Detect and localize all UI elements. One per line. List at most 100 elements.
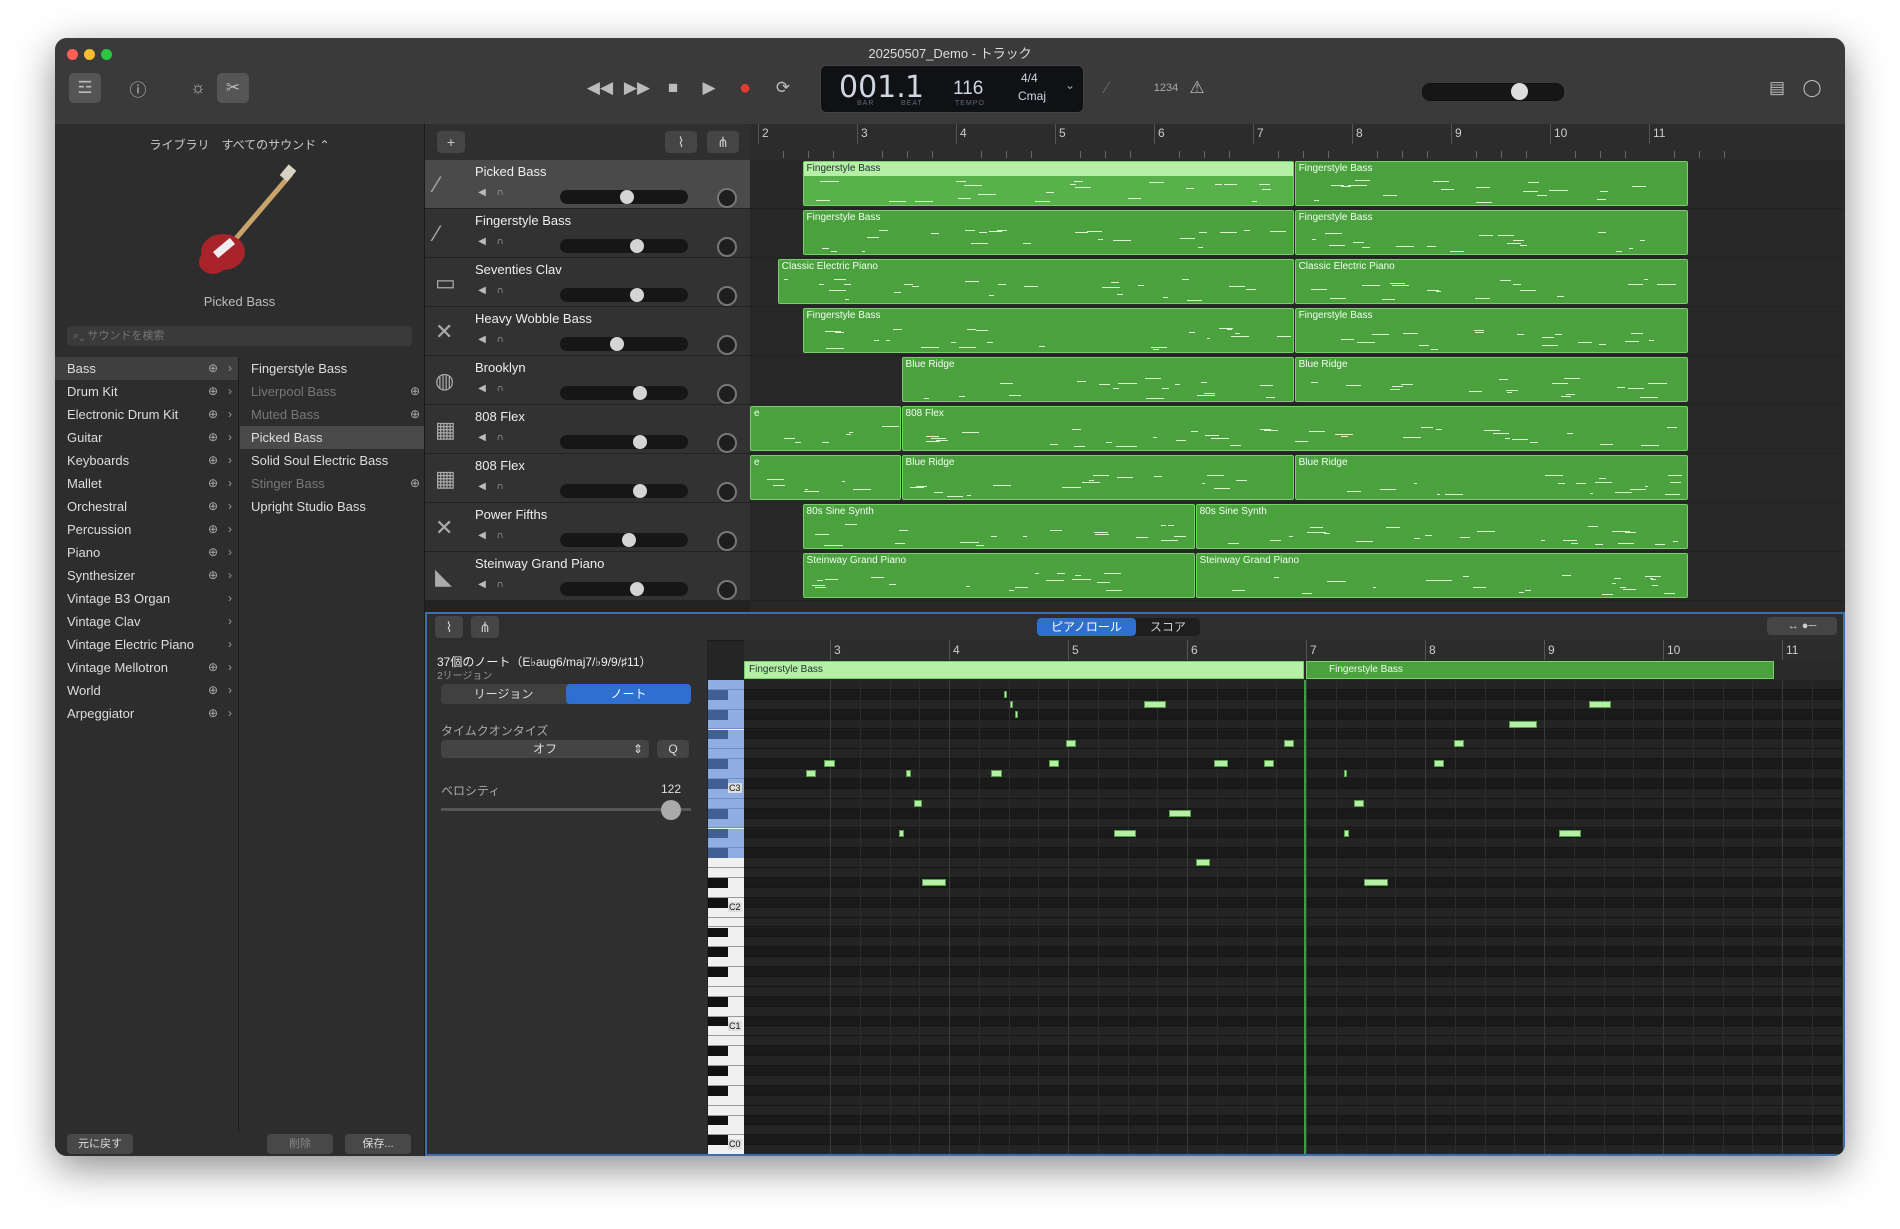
revert-button[interactable]: 元に戻す [67, 1134, 133, 1154]
track-lane[interactable]: e Blue Ridge Blue Ridge [750, 454, 1845, 503]
white-key[interactable] [708, 1036, 744, 1047]
track-name[interactable]: Fingerstyle Bass [475, 213, 571, 228]
tab-piano-roll[interactable]: ピアノロール [1037, 618, 1136, 636]
library-icon[interactable]: ☲ [69, 73, 101, 103]
download-icon[interactable]: ⊕ [208, 541, 218, 564]
volume-fader[interactable] [560, 484, 688, 498]
arrange-region[interactable]: Classic Electric Piano [1294, 259, 1688, 304]
download-icon[interactable]: ⊕ [410, 380, 420, 403]
category-item[interactable]: Vintage Electric Piano › [55, 633, 238, 656]
volume-fader[interactable] [560, 239, 688, 253]
track-lane[interactable]: 80s Sine Synth 80s Sine Synth [750, 503, 1845, 552]
midi-note[interactable] [1354, 799, 1364, 807]
play-icon[interactable]: ▶ [697, 73, 721, 103]
arrange-region[interactable]: e [750, 406, 901, 451]
pan-knob[interactable] [717, 531, 737, 551]
black-key[interactable] [708, 1066, 728, 1076]
lcd-dropdown-icon[interactable]: ⌄ [1065, 78, 1075, 92]
midi-note[interactable] [1114, 829, 1136, 837]
midi-note[interactable] [1214, 760, 1228, 768]
sound-item[interactable]: Upright Studio Bass [240, 495, 424, 518]
master-volume-knob[interactable] [1511, 83, 1528, 100]
volume-fader[interactable] [560, 386, 688, 400]
download-icon[interactable]: ⊕ [208, 702, 218, 725]
track-header[interactable]: ✕ Power Fifths ◀ ∩ [425, 503, 750, 552]
midi-note[interactable] [1015, 710, 1018, 718]
headphones-icon[interactable]: ∩ [493, 235, 507, 249]
midi-note[interactable] [1004, 690, 1007, 698]
tab-note[interactable]: ノート [566, 684, 691, 704]
stop-icon[interactable]: ■ [661, 73, 685, 103]
sound-item[interactable]: Fingerstyle Bass [240, 357, 424, 380]
editor-region[interactable]: Fingerstyle Bass [744, 661, 1304, 679]
mute-icon[interactable]: ◀ [475, 382, 489, 396]
pan-knob[interactable] [717, 286, 737, 306]
track-name[interactable]: Brooklyn [475, 360, 526, 375]
black-key[interactable] [708, 1016, 728, 1027]
mute-icon[interactable]: ◀ [475, 186, 489, 200]
notepad-icon[interactable]: ▤ [1765, 73, 1789, 103]
headphones-icon[interactable]: ∩ [493, 578, 507, 592]
mute-icon[interactable]: ◀ [475, 333, 489, 347]
download-icon[interactable]: ⊕ [208, 403, 218, 426]
midi-note[interactable] [1196, 859, 1210, 867]
category-item[interactable]: Keyboards ⊕ › [55, 449, 238, 472]
volume-fader[interactable] [560, 533, 688, 547]
download-icon[interactable]: ⊕ [208, 380, 218, 403]
midi-note[interactable] [1509, 720, 1537, 728]
pan-knob[interactable] [717, 580, 737, 600]
metronome-icon[interactable]: ⚠ [1185, 73, 1209, 103]
sound-item[interactable]: Solid Soul Electric Bass [240, 449, 424, 472]
track-lane[interactable]: Steinway Grand Piano Steinway Grand Piano [750, 552, 1845, 601]
white-key[interactable] [708, 858, 744, 869]
headphones-icon[interactable]: ∩ [493, 284, 507, 298]
white-key[interactable] [708, 937, 744, 948]
midi-note[interactable] [1049, 760, 1059, 768]
white-key[interactable] [708, 1126, 744, 1136]
volume-fader[interactable] [560, 337, 688, 351]
quantize-select[interactable]: オフ ⇕ [441, 740, 649, 758]
track-lane[interactable]: Classic Electric Piano Classic Electric P… [750, 258, 1845, 307]
volume-knob[interactable] [620, 190, 634, 204]
mute-icon[interactable]: ◀ [475, 284, 489, 298]
category-item[interactable]: Vintage Clav › [55, 610, 238, 633]
arrange-region[interactable]: Fingerstyle Bass [1294, 308, 1688, 353]
midi-note[interactable] [1284, 740, 1294, 748]
arrange-region[interactable]: Blue Ridge [901, 357, 1294, 402]
master-volume-slider[interactable] [1422, 83, 1564, 101]
arrange-region[interactable]: 80s Sine Synth [802, 504, 1195, 549]
white-key[interactable] [708, 1056, 744, 1067]
mute-icon[interactable]: ◀ [475, 578, 489, 592]
download-icon[interactable]: ⊕ [208, 656, 218, 679]
category-item[interactable]: Piano ⊕ › [55, 541, 238, 564]
category-item[interactable]: Electronic Drum Kit ⊕ › [55, 403, 238, 426]
sound-item[interactable]: Muted Bass ⊕ [240, 403, 424, 426]
arrange-region[interactable]: Fingerstyle Bass [802, 161, 1294, 206]
track-lane[interactable]: Fingerstyle Bass Fingerstyle Bass [750, 209, 1845, 258]
track-name[interactable]: 808 Flex [475, 409, 525, 424]
editor-region[interactable]: Fingerstyle Bass [1306, 661, 1774, 679]
black-key[interactable] [708, 996, 728, 1007]
save-button[interactable]: 保存... [345, 1134, 411, 1154]
arrange-area[interactable]: Fingerstyle Bass Fingerstyle Bass Fingerst… [750, 160, 1845, 612]
volume-fader[interactable] [560, 288, 688, 302]
headphones-icon[interactable]: ∩ [493, 480, 507, 494]
editor-region-bar[interactable]: Fingerstyle Bass Fingerstyle Bass [744, 660, 1843, 680]
add-track-icon[interactable]: + [437, 131, 465, 153]
midi-note[interactable] [1589, 700, 1611, 708]
help-icon[interactable]: ⓘ [123, 73, 153, 103]
track-name[interactable]: Power Fifths [475, 507, 547, 522]
headphones-icon[interactable]: ∩ [493, 529, 507, 543]
midi-note[interactable] [1010, 700, 1013, 708]
black-key[interactable] [708, 1046, 728, 1057]
black-key[interactable] [708, 878, 728, 888]
cycle-icon[interactable]: ⟳ [770, 73, 796, 103]
count-in-button[interactable]: 1234 [1151, 73, 1181, 103]
midi-note[interactable] [1559, 829, 1581, 837]
volume-knob[interactable] [630, 288, 644, 302]
white-key[interactable] [708, 1106, 744, 1116]
volume-knob[interactable] [633, 435, 647, 449]
volume-fader[interactable] [560, 190, 688, 204]
volume-knob[interactable] [633, 386, 647, 400]
volume-fader[interactable] [560, 435, 688, 449]
